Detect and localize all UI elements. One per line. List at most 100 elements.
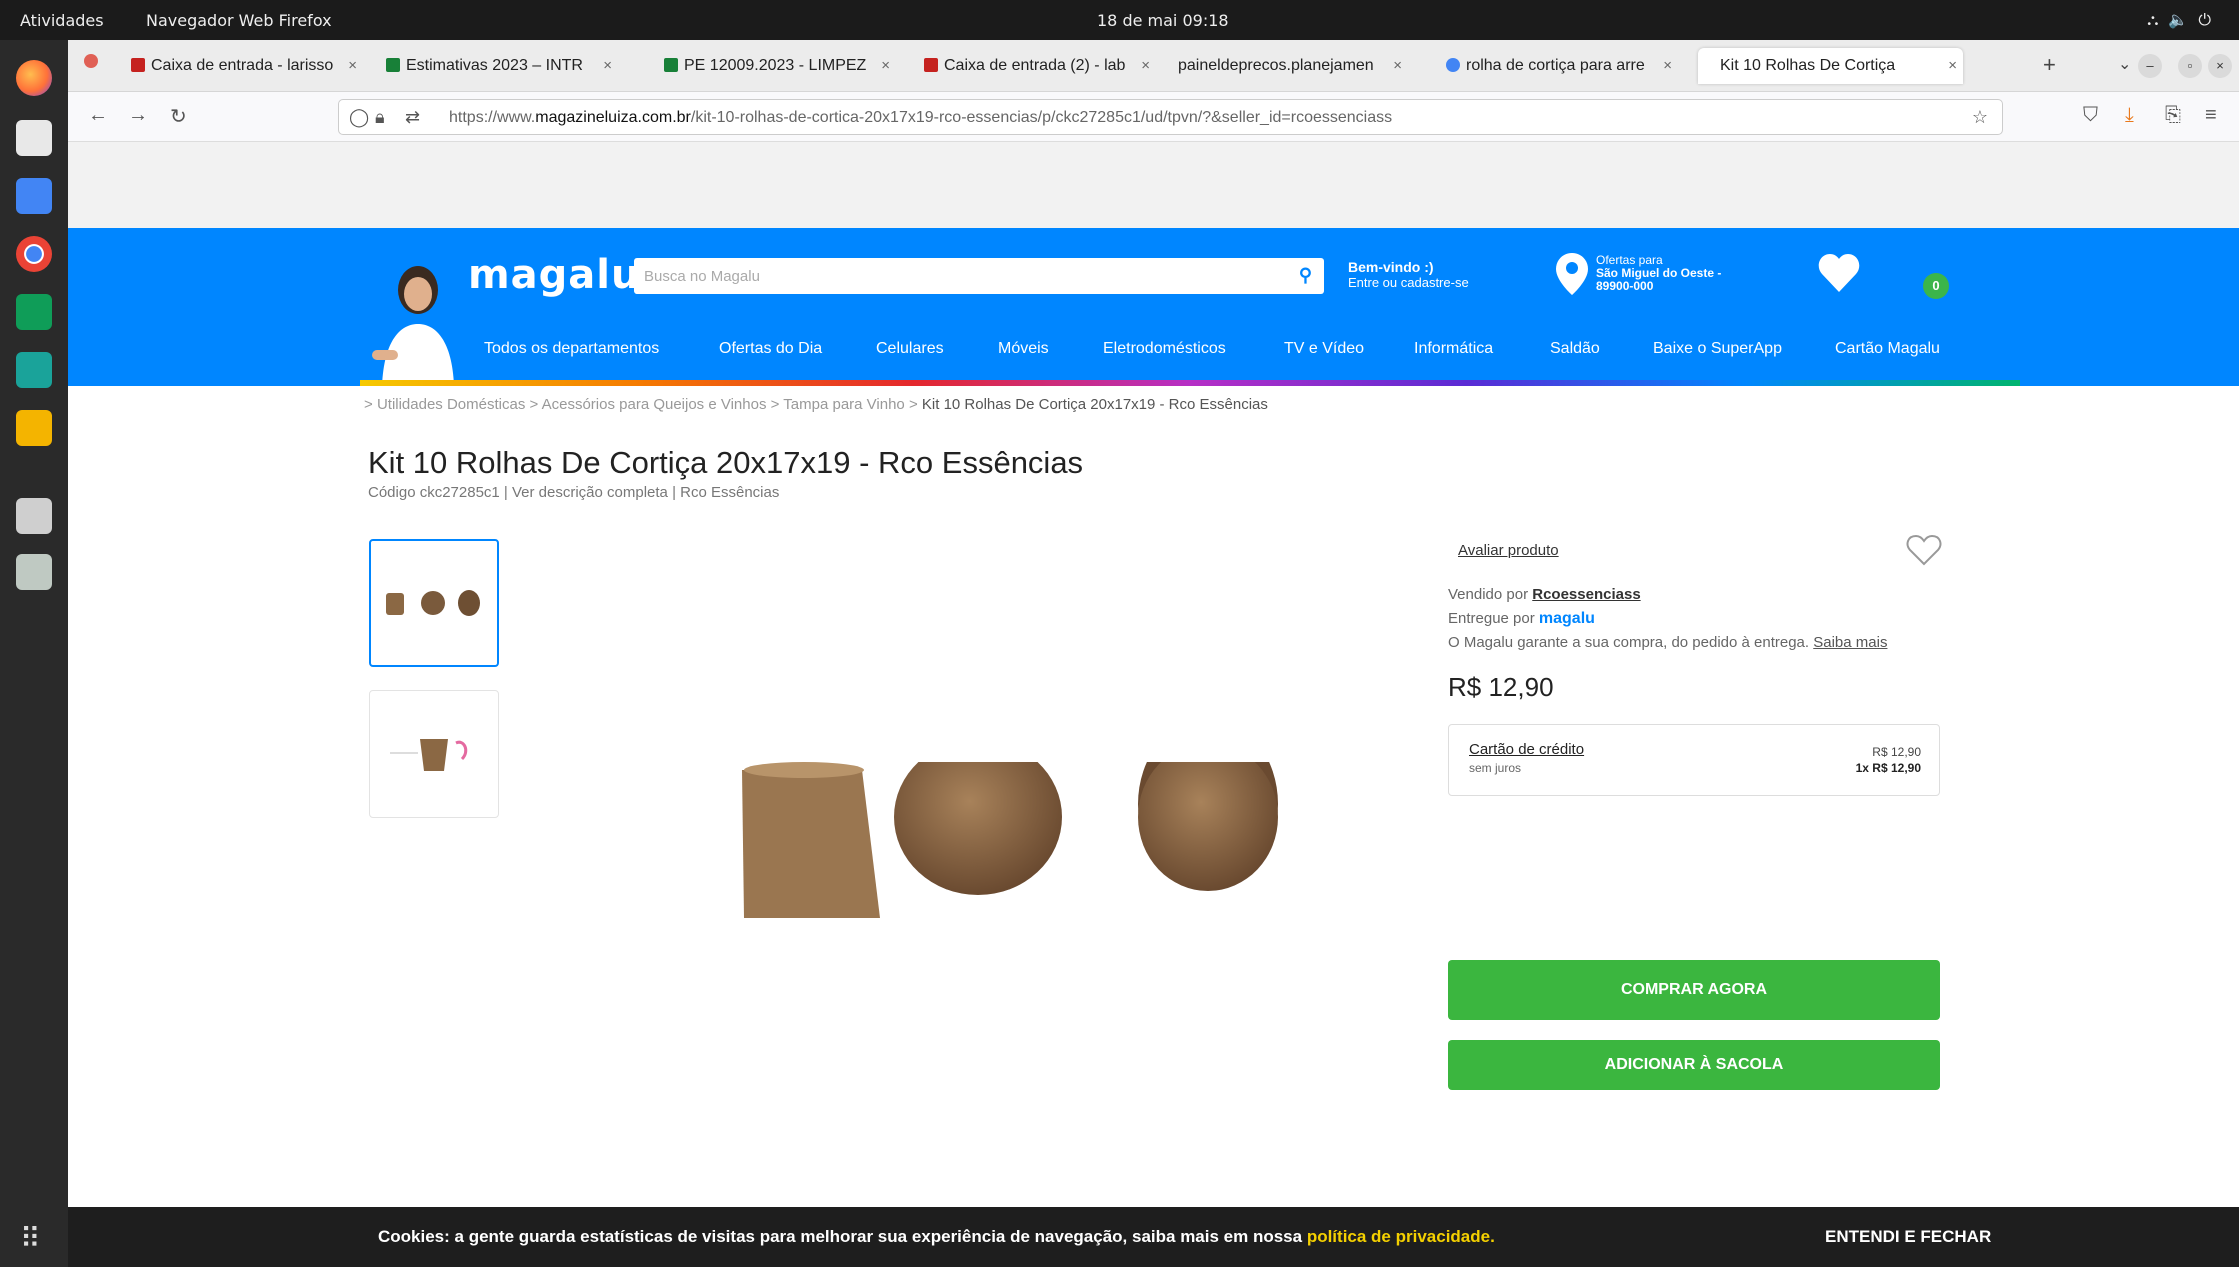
clock[interactable]: 18 de mai 09:18: [1097, 11, 1229, 30]
bookmark-star-icon[interactable]: ☆: [1972, 107, 1988, 128]
firefox-icon[interactable]: [16, 60, 52, 96]
menu-icon[interactable]: ≡: [2205, 104, 2217, 127]
close-tab-icon[interactable]: ×: [1141, 57, 1150, 74]
nav-tv-video[interactable]: TV e Vídeo: [1284, 340, 1364, 358]
seller-link[interactable]: Rcoessenciass: [1532, 586, 1640, 603]
location-pin-icon[interactable]: [1556, 253, 1588, 295]
tab[interactable]: PE 12009.2023 - LIMPEZ ×: [656, 48, 896, 84]
tab-active[interactable]: Kit 10 Rolhas De Cortiça ×: [1698, 48, 1963, 84]
tab-bar: Caixa de entrada - larisso × Estimativas …: [68, 40, 2239, 92]
magalu-logo-small: magalu: [1538, 610, 1595, 627]
tab[interactable]: Caixa de entrada - larisso ×: [123, 48, 363, 84]
tab[interactable]: rolha de cortiça para arre ×: [1438, 48, 1678, 84]
login-link[interactable]: Bem-vindo :) Entre ou cadastre-se: [1348, 260, 1469, 291]
drive-icon[interactable]: [16, 498, 52, 534]
system-tray[interactable]: ⛬🔈⏻: [2147, 10, 2221, 30]
download-icon[interactable]: ⤓: [2125, 104, 2134, 127]
payment-option[interactable]: Cartão de crédito sem juros R$ 12,90 1x …: [1448, 724, 1940, 796]
volume-icon: 🔈: [2168, 10, 2199, 29]
show-apps-icon[interactable]: ⠿: [20, 1222, 41, 1255]
tab[interactable]: paineldeprecos.planejamen ×: [1168, 48, 1408, 84]
chrome-icon[interactable]: [16, 236, 52, 272]
close-tab-icon[interactable]: ×: [881, 57, 890, 74]
delivery-location[interactable]: Ofertas para São Miguel do Oeste - 89900…: [1596, 254, 1721, 293]
nav-superapp[interactable]: Baixe o SuperApp: [1653, 340, 1782, 358]
product-main-image: [742, 762, 1278, 918]
close-window-button[interactable]: ×: [2208, 54, 2232, 78]
tab[interactable]: Estimativas 2023 – INTR ×: [378, 48, 618, 84]
nav-furniture[interactable]: Móveis: [998, 340, 1049, 358]
dock: ⠿: [0, 40, 68, 1267]
breadcrumb-link[interactable]: Utilidades Domésticas: [377, 396, 525, 413]
nav-sale[interactable]: Saldão: [1550, 340, 1600, 358]
buy-now-button[interactable]: COMPRAR AGORA: [1448, 960, 1940, 1020]
magalu-logo[interactable]: magalu: [468, 252, 640, 298]
new-tab-button[interactable]: +: [2043, 52, 2056, 78]
favorites-heart-icon[interactable]: [1818, 254, 1860, 292]
breadcrumb-link[interactable]: Acessórios para Queijos e Vinhos: [542, 396, 767, 413]
app-menu[interactable]: Navegador Web Firefox: [146, 11, 332, 30]
activities-button[interactable]: Atividades: [20, 11, 104, 30]
power-icon: ⏻: [2198, 10, 2221, 29]
cork-dimensions-thumbnail-image: [390, 739, 468, 771]
learn-more-link[interactable]: Saiba mais: [1813, 634, 1887, 651]
close-tab-icon[interactable]: ×: [603, 57, 612, 74]
tab[interactable]: Caixa de entrada (2) - lab ×: [916, 48, 1156, 84]
chevron-down-icon[interactable]: ⌄: [2118, 54, 2131, 74]
product-title: Kit 10 Rolhas De Cortiça 20x17x19 - Rco …: [368, 445, 1084, 480]
breadcrumb-link[interactable]: Tampa para Vinho: [783, 396, 904, 413]
thumbnail-1[interactable]: [369, 539, 499, 667]
back-icon[interactable]: ←: [88, 104, 108, 127]
sheets-icon[interactable]: [16, 294, 52, 330]
cart-count-badge[interactable]: 0: [1923, 273, 1949, 299]
breadcrumb-current: Kit 10 Rolhas De Cortiça 20x17x19 - Rco …: [921, 396, 1268, 413]
shield-icon[interactable]: ◯: [349, 107, 369, 128]
nav-magalu-card[interactable]: Cartão Magalu: [1835, 340, 1940, 358]
tab-list-icon[interactable]: [84, 54, 98, 68]
nav-appliances[interactable]: Eletrodomésticos: [1103, 340, 1226, 358]
cookie-banner: Cookies: a gente guarda estatísticas de …: [68, 1207, 2239, 1267]
nav-all-departments[interactable]: Todos os departamentos: [484, 340, 659, 358]
forward-icon[interactable]: →: [128, 104, 148, 127]
url-bar[interactable]: ◯ 🔒︎ ⇄ https://www.magazineluiza.com.br/…: [338, 99, 2003, 135]
thumbnail-2[interactable]: [369, 690, 499, 818]
close-tab-icon[interactable]: ×: [1663, 57, 1672, 74]
navigation-bar: ← → ↻ ◯ 🔒︎ ⇄ https://www.magazineluiza.c…: [68, 92, 2239, 142]
close-tab-icon[interactable]: ×: [1948, 57, 1957, 74]
gmail-icon: [131, 58, 145, 72]
product-meta[interactable]: Código ckc27285c1 | Ver descrição comple…: [368, 484, 779, 501]
reload-icon[interactable]: ↻: [170, 104, 187, 129]
payment-price: R$ 12,90: [1872, 745, 1921, 759]
close-tab-icon[interactable]: ×: [1393, 57, 1402, 74]
accept-cookies-button[interactable]: ENTENDI E FECHAR: [1825, 1227, 1991, 1247]
pocket-icon[interactable]: ⛉: [2083, 104, 2098, 127]
docs-icon[interactable]: [16, 178, 52, 214]
nav-computers[interactable]: Informática: [1414, 340, 1493, 358]
minimize-button[interactable]: –: [2138, 54, 2162, 78]
system-top-bar: Atividades Navegador Web Firefox 18 de m…: [0, 0, 2239, 40]
privacy-policy-link[interactable]: política de privacidade.: [1307, 1227, 1495, 1246]
corks-thumbnail-image: [386, 590, 480, 616]
rate-product-link[interactable]: Avaliar produto: [1458, 542, 1559, 559]
trash-icon[interactable]: [16, 554, 52, 590]
add-to-bag-button[interactable]: ADICIONAR À SACOLA: [1448, 1040, 1940, 1090]
sheets-icon: [664, 58, 678, 72]
nav-offers[interactable]: Ofertas do Dia: [719, 340, 822, 358]
guarantee-text: O Magalu garante a sua compra, do pedido…: [1448, 634, 1888, 651]
google-icon: [1446, 58, 1460, 72]
search-icon[interactable]: ⚲: [1299, 265, 1312, 286]
payment-sub: sem juros: [1469, 761, 1522, 775]
maximize-button[interactable]: ▫: [2178, 54, 2202, 78]
files-icon[interactable]: [16, 120, 52, 156]
calendar-icon[interactable]: [16, 352, 52, 388]
close-tab-icon[interactable]: ×: [348, 57, 357, 74]
lock-icon[interactable]: 🔒︎: [375, 107, 385, 128]
payment-installments: 1x R$ 12,90: [1855, 761, 1921, 775]
permissions-icon[interactable]: ⇄: [405, 107, 420, 128]
slides-icon[interactable]: [16, 410, 52, 446]
gmail-icon: [924, 58, 938, 72]
extensions-icon[interactable]: ⎘: [2165, 104, 2181, 127]
wishlist-heart-icon[interactable]: [1906, 534, 1942, 566]
search-input[interactable]: Busca no Magalu ⚲: [634, 258, 1324, 294]
nav-phones[interactable]: Celulares: [876, 340, 944, 358]
